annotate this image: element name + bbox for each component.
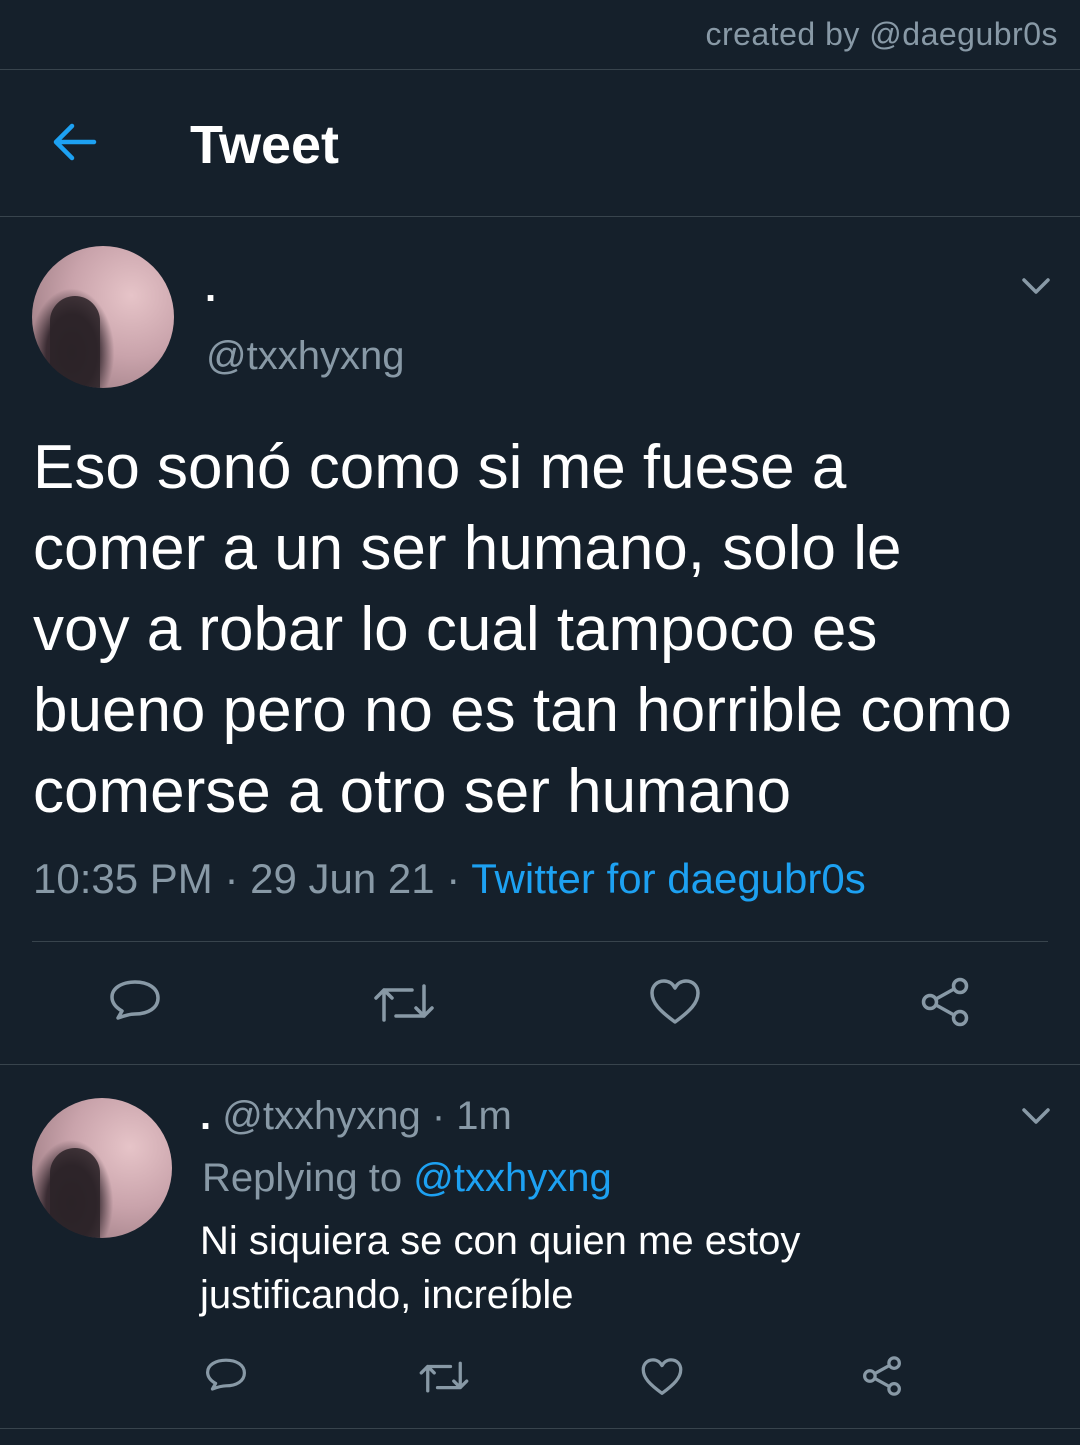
author-display-name[interactable]: .	[205, 266, 216, 311]
share-icon	[921, 977, 969, 1027]
chevron-down-icon[interactable]	[1021, 1106, 1051, 1126]
chevron-down-icon[interactable]	[1021, 276, 1051, 296]
divider	[0, 1428, 1080, 1429]
reply-button[interactable]	[204, 1357, 248, 1397]
retweet-button[interactable]	[372, 980, 436, 1026]
reply-header: . @txxhyxng · 1m	[200, 1094, 512, 1139]
top-bar: Tweet	[0, 70, 1080, 216]
share-button[interactable]	[860, 1355, 904, 1397]
reply-handle[interactable]: @txxhyxng	[222, 1094, 420, 1138]
divider	[0, 216, 1080, 217]
creator-credit: created by @daegubr0s	[705, 16, 1058, 52]
tweet-meta: 10:35 PM · 29 Jun 21 · Twitter for daegu…	[33, 855, 866, 903]
avatar[interactable]	[32, 246, 174, 388]
reply-age: 1m	[456, 1094, 512, 1138]
heart-icon	[641, 1358, 683, 1395]
replying-label: Replying to	[202, 1156, 403, 1200]
share-icon	[863, 1356, 901, 1396]
reply-text: Ni siquiera se con quien me estoy justif…	[200, 1219, 801, 1317]
comment-icon	[206, 1358, 246, 1391]
retweet-icon	[419, 1361, 469, 1393]
meta-separator: ·	[431, 1094, 446, 1138]
tweet-time: 10:35 PM	[33, 855, 213, 902]
reply-button[interactable]	[108, 978, 162, 1028]
replying-to: Replying to @txxhyxng	[202, 1156, 612, 1201]
divider	[0, 1064, 1080, 1065]
heart-icon	[650, 979, 700, 1024]
divider	[32, 941, 1048, 942]
like-button[interactable]	[640, 1357, 684, 1397]
reply-display-name[interactable]: .	[200, 1094, 211, 1138]
retweet-button[interactable]	[418, 1358, 470, 1396]
tweet-source-link[interactable]: Twitter for daegubr0s	[471, 855, 866, 902]
page-title: Tweet	[190, 115, 340, 175]
avatar[interactable]	[32, 1098, 172, 1238]
like-button[interactable]	[648, 978, 702, 1026]
retweet-icon	[374, 984, 434, 1022]
back-arrow-icon[interactable]	[48, 118, 100, 166]
meta-separator: ·	[446, 855, 461, 902]
share-button[interactable]	[918, 976, 972, 1028]
tweet-text: Eso sonó como si me fuese a comer a un s…	[33, 433, 1012, 826]
comment-icon	[110, 980, 160, 1020]
meta-separator: ·	[224, 855, 239, 902]
replying-to-handle-link[interactable]: @txxhyxng	[413, 1156, 611, 1200]
author-handle[interactable]: @txxhyxng	[206, 334, 404, 379]
tweet-date: 29 Jun 21	[250, 855, 435, 902]
